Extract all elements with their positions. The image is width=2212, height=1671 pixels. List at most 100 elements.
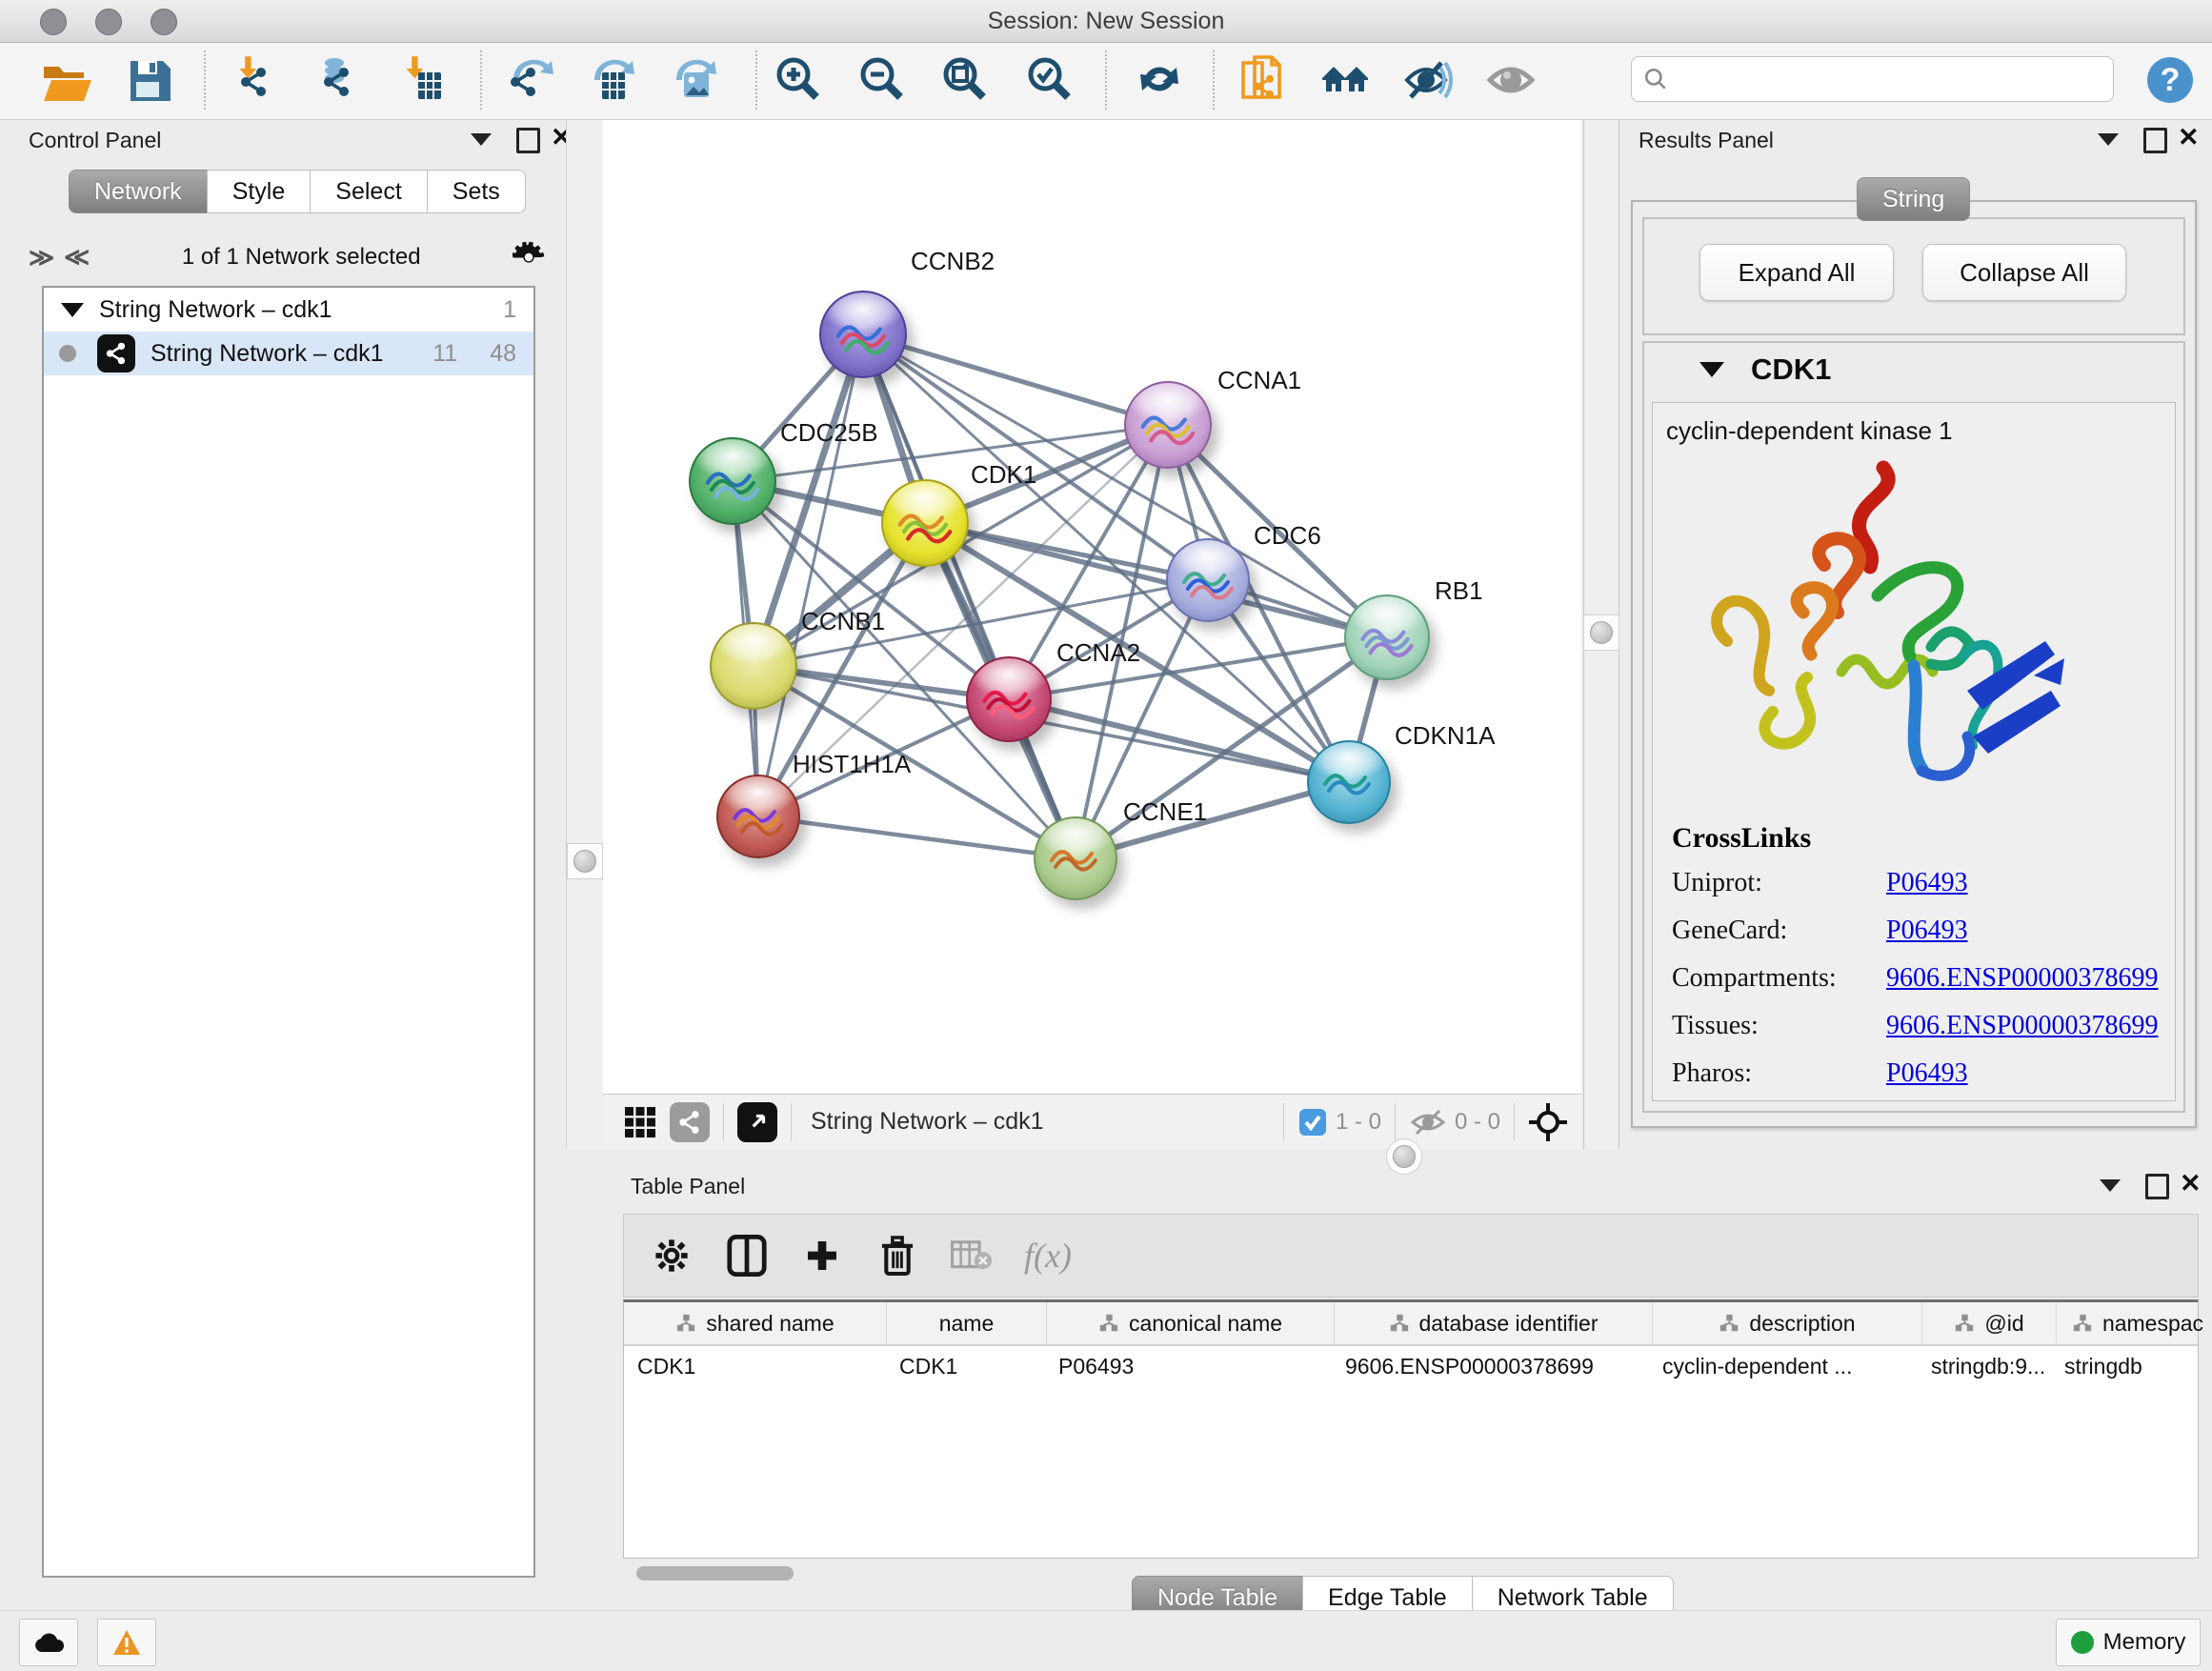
grid-view-icon[interactable] xyxy=(620,1102,660,1142)
search-field[interactable] xyxy=(1631,56,2114,102)
collapse-all-button[interactable]: Collapse All xyxy=(1922,244,2126,301)
expand-all-networks-icon[interactable]: ≫ xyxy=(66,243,90,272)
import-table-button[interactable] xyxy=(390,49,458,111)
table-cell[interactable]: 9606.ENSP00000378699 xyxy=(1332,1346,1649,1386)
splitter-grip-right[interactable] xyxy=(1583,614,1619,651)
table-options-gear-icon[interactable] xyxy=(653,1237,691,1275)
maximize-results-icon[interactable] xyxy=(2143,128,2167,153)
tab-string[interactable]: String xyxy=(1857,177,1970,221)
table-cell[interactable]: cyclin-dependent ... xyxy=(1649,1346,1918,1386)
string-import-button[interactable] xyxy=(1228,49,1297,111)
node-table[interactable]: shared namename canonical name database … xyxy=(623,1299,2199,1559)
warnings-button[interactable] xyxy=(97,1619,156,1666)
network-node-CDC25B[interactable] xyxy=(689,437,776,525)
table-hscrollbar[interactable] xyxy=(636,1566,794,1580)
import-network-file-button[interactable] xyxy=(223,49,292,111)
tab-network[interactable]: Network xyxy=(69,170,208,213)
column-header-database-identifier[interactable]: database identifier xyxy=(1335,1302,1653,1344)
network-node-HIST1H1A[interactable] xyxy=(716,775,800,858)
maximize-table-icon[interactable] xyxy=(2145,1174,2169,1199)
crosslink-value[interactable]: P06493 xyxy=(1886,916,1968,946)
selected-counts: 1 - 0 xyxy=(1336,1109,1381,1136)
column-header-name[interactable]: name xyxy=(887,1302,1047,1344)
network-node-CCNA2[interactable] xyxy=(966,656,1052,742)
crosslink-value[interactable]: 9606.ENSP00000378699 xyxy=(1886,1011,2158,1041)
gene-collapse-icon[interactable] xyxy=(1699,362,1724,377)
network-node-RB1[interactable] xyxy=(1344,594,1430,680)
zoom-in-button[interactable] xyxy=(765,49,834,111)
export-network-button[interactable] xyxy=(493,49,561,111)
import-network-database-button[interactable] xyxy=(306,49,374,111)
string-hide-button[interactable] xyxy=(1394,49,1462,111)
cloud-status-button[interactable] xyxy=(19,1619,78,1666)
search-input[interactable] xyxy=(1676,59,2113,99)
export-image-button[interactable] xyxy=(655,49,724,111)
vertical-splitter-left[interactable] xyxy=(566,120,604,1149)
collection-expand-icon[interactable] xyxy=(61,303,84,317)
tab-style[interactable]: Style xyxy=(207,170,312,213)
crosslink-value[interactable]: P06493 xyxy=(1886,1058,1968,1089)
network-options-gear-icon[interactable] xyxy=(513,241,545,273)
table-cell[interactable]: CDK1 xyxy=(886,1346,1045,1386)
memory-button[interactable]: Memory xyxy=(2056,1619,2201,1666)
float-results-icon[interactable] xyxy=(2098,133,2119,146)
open-session-button[interactable] xyxy=(30,49,99,111)
tab-select[interactable]: Select xyxy=(310,170,427,213)
expand-all-button[interactable]: Expand All xyxy=(1699,244,1894,301)
detach-view-icon[interactable] xyxy=(737,1102,777,1142)
show-columns-icon[interactable] xyxy=(727,1234,767,1278)
network-node-CCNE1[interactable] xyxy=(1034,816,1117,900)
table-cell[interactable]: CDK1 xyxy=(624,1346,886,1386)
close-results-icon[interactable]: ✕ xyxy=(2178,128,2200,147)
tab-sets[interactable]: Sets xyxy=(427,170,526,213)
close-table-icon[interactable]: ✕ xyxy=(2180,1174,2202,1193)
table-cell[interactable]: stringdb:9... xyxy=(1918,1346,2051,1386)
crosslink-value[interactable]: P06493 xyxy=(1886,868,1968,898)
column-header--id[interactable]: @id xyxy=(1922,1302,2057,1344)
network-node-CCNA1[interactable] xyxy=(1124,381,1212,469)
crosslink-value[interactable]: 9606.ENSP00000378699 xyxy=(1886,963,2158,994)
network-edge[interactable] xyxy=(758,816,1076,858)
network-edge[interactable] xyxy=(758,334,863,816)
save-session-button[interactable] xyxy=(115,49,184,111)
birds-eye-view-icon[interactable] xyxy=(1528,1102,1568,1142)
hidden-eye-icon[interactable] xyxy=(1409,1107,1447,1137)
network-collection-row[interactable]: String Network – cdk1 1 xyxy=(44,288,533,332)
float-table-icon[interactable] xyxy=(2100,1179,2121,1192)
network-node-CDKN1A[interactable] xyxy=(1307,740,1391,824)
create-column-plus-icon[interactable] xyxy=(803,1237,841,1275)
delete-column-trash-icon[interactable] xyxy=(879,1235,915,1277)
network-node-CDC6[interactable] xyxy=(1166,538,1250,622)
network-node-CCNB2[interactable] xyxy=(819,291,907,378)
string-home-button[interactable] xyxy=(1311,49,1379,111)
column-header-shared-name[interactable]: shared name xyxy=(624,1302,887,1344)
selected-checkbox-icon[interactable] xyxy=(1297,1107,1328,1137)
splitter-grip-left[interactable] xyxy=(567,843,603,879)
table-row[interactable]: CDK1CDK1P064939606.ENSP00000378699cyclin… xyxy=(624,1346,2198,1386)
column-header-description[interactable]: description xyxy=(1653,1302,1922,1344)
zoom-selected-button[interactable] xyxy=(1016,49,1085,111)
string-eye-button[interactable] xyxy=(1478,49,1547,111)
table-cell[interactable]: stringdb xyxy=(2051,1346,2212,1386)
crosslink-label: GeneCard: xyxy=(1672,916,1886,946)
table-cell[interactable]: P06493 xyxy=(1045,1346,1332,1386)
float-panel-icon[interactable] xyxy=(471,133,492,146)
column-header-namespac[interactable]: namespac xyxy=(2057,1302,2212,1344)
collapse-all-networks-icon[interactable]: ≫ xyxy=(29,243,52,272)
network-view-share-icon[interactable] xyxy=(670,1102,710,1142)
help-button[interactable]: ? xyxy=(2136,49,2204,111)
network-edge[interactable] xyxy=(863,334,1168,425)
results-scroll-area[interactable]: CDK1 cyclin-dependent kinase 1 xyxy=(1642,341,2185,1113)
refresh-button[interactable] xyxy=(1125,49,1194,111)
maximize-panel-icon[interactable] xyxy=(516,128,540,153)
network-canvas[interactable]: CCNB2CCNA1CDC25BCDK1CDC6RB1CCNB1CCNA2CDK… xyxy=(603,120,1581,1094)
network-node-CDK1[interactable] xyxy=(881,479,969,567)
crosslink-row: Tissues:9606.ENSP00000378699 xyxy=(1672,1011,2158,1041)
network-node-CCNB1[interactable] xyxy=(710,622,797,710)
gene-section-header[interactable]: CDK1 xyxy=(1644,343,2183,396)
column-header-canonical-name[interactable]: canonical name xyxy=(1047,1302,1335,1344)
zoom-out-button[interactable] xyxy=(849,49,917,111)
export-table-button[interactable] xyxy=(573,49,642,111)
network-row[interactable]: String Network – cdk1 11 48 xyxy=(44,332,533,375)
zoom-fit-button[interactable] xyxy=(932,49,1000,111)
